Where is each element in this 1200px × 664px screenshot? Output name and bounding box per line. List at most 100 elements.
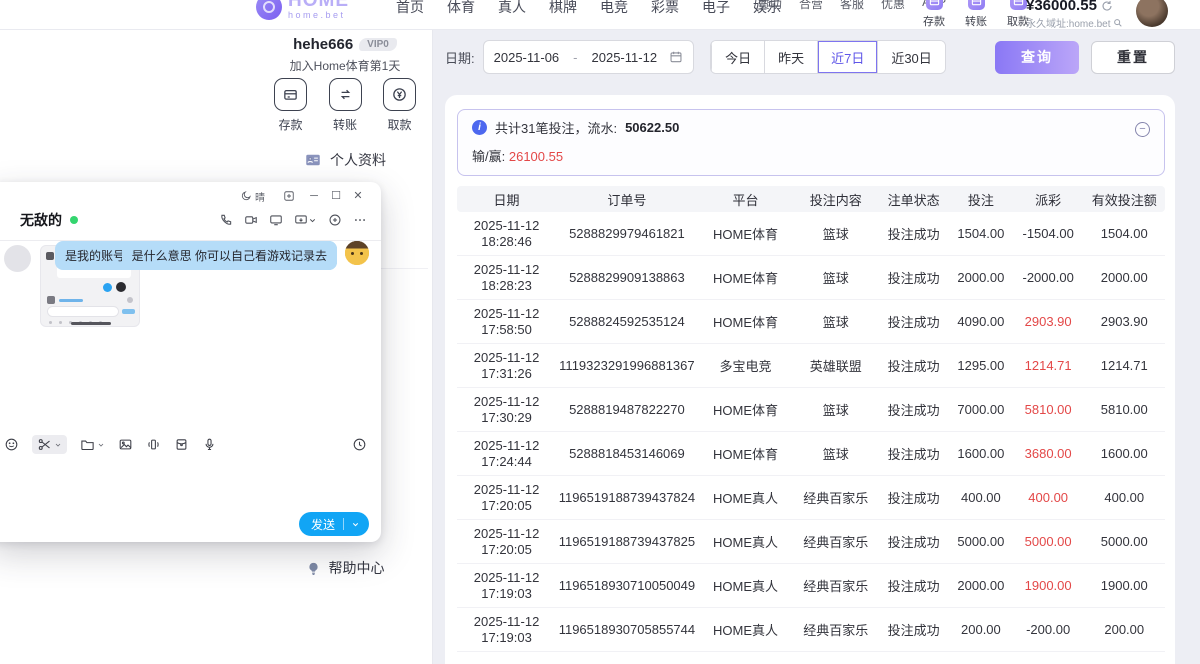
- table-body: 2025-11-12 18:28:46 5288829979461821 HOM…: [457, 212, 1165, 652]
- table-row[interactable]: 2025-11-12 17:24:44 5288818453146069 HOM…: [457, 432, 1165, 476]
- emoji-icon[interactable]: [4, 437, 19, 452]
- sidebar-item-help[interactable]: 帮助中心: [262, 558, 428, 578]
- balance-block: ¥36000.55 永久域址:home.bet: [1026, 0, 1123, 30]
- cell-valid-amount: 1900.00: [1084, 578, 1165, 593]
- wallet-action-icon: [926, 0, 943, 10]
- cell-date: 2025-11-12 17:31:26: [457, 350, 556, 382]
- refresh-balance-icon[interactable]: [1101, 0, 1113, 12]
- nav-item[interactable]: 棋牌: [549, 0, 577, 16]
- image-icon[interactable]: [118, 437, 133, 452]
- withdraw-icon: [383, 78, 416, 111]
- quick-link[interactable]: 优惠: [881, 0, 905, 12]
- deposit-button[interactable]: 存款: [274, 78, 307, 133]
- table-row[interactable]: 2025-11-12 17:31:26 1119323291996881367 …: [457, 344, 1165, 388]
- transfer-button[interactable]: 转账: [329, 78, 362, 133]
- remote-assist-icon[interactable]: [294, 213, 317, 227]
- wallet-action-button[interactable]: 转账: [962, 0, 990, 29]
- quick-range-button[interactable]: 昨天: [764, 41, 817, 73]
- collapse-summary-icon[interactable]: −: [1135, 122, 1150, 137]
- date-label: 日期:: [445, 48, 475, 67]
- voice-message-icon[interactable]: [202, 437, 217, 452]
- weather-widget[interactable]: 晴: [240, 189, 265, 204]
- screen-share-icon[interactable]: [269, 213, 283, 227]
- contact-name: 无敌的: [20, 210, 62, 230]
- cell-date: 2025-11-12 17:58:50: [457, 306, 556, 338]
- cell-platform: HOME真人: [698, 488, 794, 507]
- cell-payout: -200.00: [1013, 622, 1084, 637]
- cell-date: 2025-11-12 18:28:23: [457, 262, 556, 294]
- message-input[interactable]: [0, 452, 381, 504]
- cell-payout: 2903.90: [1013, 314, 1084, 329]
- maximize-button[interactable]: ☐: [325, 190, 347, 202]
- panel-toggle-icon[interactable]: [283, 190, 295, 202]
- sidebar-item-profile[interactable]: 个人资料: [262, 150, 428, 170]
- withdraw-button[interactable]: 取款: [383, 78, 416, 133]
- minimize-button[interactable]: ─: [303, 190, 325, 202]
- nav-item[interactable]: 真人: [498, 0, 526, 16]
- mock-link-text: [59, 299, 83, 302]
- user-avatar[interactable]: [1136, 0, 1168, 27]
- table-row[interactable]: 2025-11-12 18:28:23 5288829909138863 HOM…: [457, 256, 1165, 300]
- quick-link[interactable]: 客服: [840, 0, 864, 12]
- cell-order-number: 1196519188739437824: [556, 490, 698, 505]
- quick-range-button[interactable]: 近30日: [877, 41, 944, 73]
- summary-alert: i 共计31笔投注，流水: 50622.50 输/赢: 26100.55 −: [457, 109, 1165, 176]
- cell-bet-content: 篮球: [793, 312, 878, 331]
- table-row[interactable]: 2025-11-12 17:20:05 1196519188739437824 …: [457, 476, 1165, 520]
- query-button[interactable]: 查询: [995, 41, 1079, 74]
- message-bubble[interactable]: 是什么意思 你可以自己看游戏记录去: [122, 241, 337, 270]
- quick-link[interactable]: 合营: [799, 0, 823, 12]
- shake-icon[interactable]: [146, 437, 161, 452]
- reset-button[interactable]: 重置: [1091, 41, 1175, 74]
- table-row[interactable]: 2025-11-12 17:58:50 5288824592535124 HOM…: [457, 300, 1165, 344]
- cell-date: 2025-11-12 17:30:29: [457, 394, 556, 426]
- cell-bet-content: 篮球: [793, 268, 878, 287]
- date-range-input[interactable]: 2025-11-06 - 2025-11-12: [483, 40, 694, 74]
- deposit-label: 存款: [278, 116, 302, 133]
- search-icon[interactable]: [1113, 18, 1123, 28]
- close-button[interactable]: ✕: [347, 190, 369, 202]
- send-button[interactable]: 发送: [299, 512, 369, 536]
- brand-logo[interactable]: HOME home.bet: [256, 0, 349, 20]
- file-folder-icon[interactable]: [80, 437, 105, 452]
- nav-item[interactable]: 电子: [702, 0, 730, 16]
- chat-history-icon[interactable]: [352, 437, 367, 452]
- screenshot-scissors-icon[interactable]: [32, 435, 67, 454]
- create-group-icon[interactable]: [328, 213, 342, 227]
- cell-bet-content: 经典百家乐: [793, 532, 878, 551]
- cell-status: 投注成功: [878, 532, 949, 551]
- quick-range-button[interactable]: 今日: [711, 41, 764, 73]
- table-row[interactable]: 2025-11-12 17:20:05 1196519188739437825 …: [457, 520, 1165, 564]
- cell-valid-amount: 1214.71: [1084, 358, 1165, 373]
- cell-platform: HOME真人: [698, 620, 794, 639]
- nav-item[interactable]: 电竞: [600, 0, 628, 16]
- nav-item[interactable]: 首页: [396, 0, 424, 16]
- table-row[interactable]: 2025-11-12 17:19:03 1196518930705855744 …: [457, 608, 1165, 652]
- video-call-icon[interactable]: [244, 213, 258, 227]
- cell-valid-amount: 1504.00: [1084, 226, 1165, 241]
- nav-item[interactable]: 体育: [447, 0, 475, 16]
- cell-date: 2025-11-12 17:19:03: [457, 614, 556, 646]
- cell-valid-amount: 5000.00: [1084, 534, 1165, 549]
- lightbulb-icon: [306, 561, 321, 576]
- voice-call-icon[interactable]: [219, 213, 233, 227]
- date-separator: -: [573, 50, 577, 65]
- topbar-quick-links: 赞助合营客服优惠APP: [758, 0, 946, 12]
- nav-item[interactable]: 彩票: [651, 0, 679, 16]
- mock-send: [122, 309, 135, 314]
- brand-domain: home.bet: [288, 10, 349, 20]
- quick-range-button[interactable]: 近7日: [817, 41, 877, 73]
- more-icon[interactable]: [353, 213, 367, 227]
- quick-link[interactable]: 赞助: [758, 0, 782, 12]
- wallet-action-button[interactable]: 存款: [920, 0, 948, 29]
- chat-message-area: 兄弟 跟这个 有什么关系 是我的账号问题 我没有套利 硬说我套利 说我违规 是什…: [0, 241, 381, 433]
- table-row[interactable]: 2025-11-12 17:19:03 1196518930710050049 …: [457, 564, 1165, 608]
- red-packet-icon[interactable]: [174, 437, 189, 452]
- cell-bet-amount: 2000.00: [949, 270, 1013, 285]
- send-label: 发送: [311, 516, 335, 533]
- table-row[interactable]: 2025-11-12 17:30:29 5288819487822270 HOM…: [457, 388, 1165, 432]
- self-avatar[interactable]: [345, 241, 369, 265]
- contact-avatar[interactable]: [4, 245, 31, 272]
- table-row[interactable]: 2025-11-12 18:28:46 5288829979461821 HOM…: [457, 212, 1165, 256]
- cell-status: 投注成功: [878, 620, 949, 639]
